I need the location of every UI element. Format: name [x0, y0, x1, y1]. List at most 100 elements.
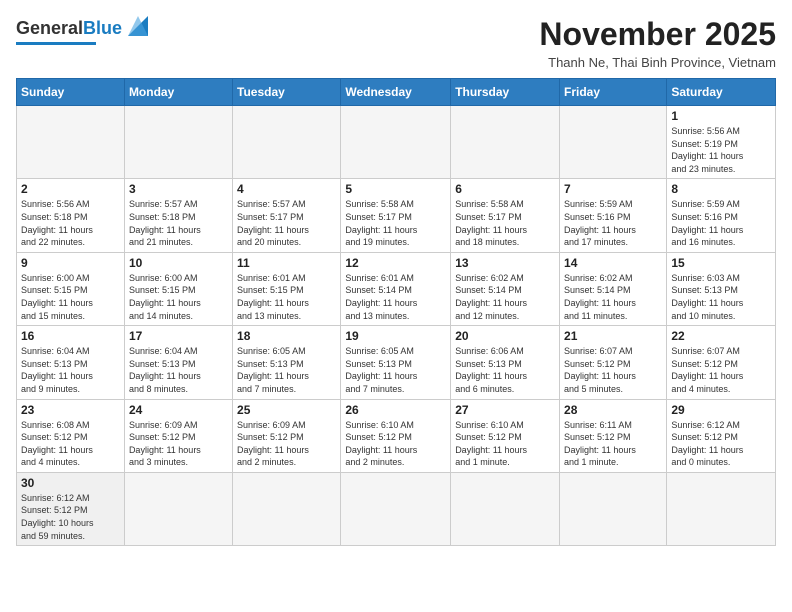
- weekday-header-row: Sunday Monday Tuesday Wednesday Thursday…: [17, 79, 776, 106]
- calendar-cell: 26 Sunrise: 6:10 AM Sunset: 5:12 PM Dayli…: [341, 399, 451, 472]
- calendar-cell: 18 Sunrise: 6:05 AM Sunset: 5:13 PM Dayli…: [233, 326, 341, 399]
- day-info: Sunrise: 6:00 AM Sunset: 5:15 PM Dayligh…: [21, 272, 120, 322]
- calendar-cell: 9 Sunrise: 6:00 AM Sunset: 5:15 PM Daylig…: [17, 252, 125, 325]
- calendar-cell: 4 Sunrise: 5:57 AM Sunset: 5:17 PM Daylig…: [233, 179, 341, 252]
- calendar-cell: [124, 106, 232, 179]
- day-number: 24: [129, 403, 228, 417]
- logo-text: GeneralBlue: [16, 18, 122, 39]
- location: Thanh Ne, Thai Binh Province, Vietnam: [539, 55, 776, 70]
- logo-blue-text: Blue: [83, 18, 122, 38]
- calendar-cell: 11 Sunrise: 6:01 AM Sunset: 5:15 PM Dayli…: [233, 252, 341, 325]
- day-info: Sunrise: 6:01 AM Sunset: 5:14 PM Dayligh…: [345, 272, 446, 322]
- header-tuesday: Tuesday: [233, 79, 341, 106]
- day-info: Sunrise: 6:07 AM Sunset: 5:12 PM Dayligh…: [564, 345, 662, 395]
- day-info: Sunrise: 5:57 AM Sunset: 5:18 PM Dayligh…: [129, 198, 228, 248]
- header-wednesday: Wednesday: [341, 79, 451, 106]
- day-number: 23: [21, 403, 120, 417]
- day-number: 8: [671, 182, 771, 196]
- calendar-cell: 10Sunrise: 6:00 AM Sunset: 5:15 PM Dayli…: [124, 252, 232, 325]
- logo-icon: [124, 12, 152, 40]
- calendar-cell: 3 Sunrise: 5:57 AM Sunset: 5:18 PM Daylig…: [124, 179, 232, 252]
- calendar-row: 23 Sunrise: 6:08 AM Sunset: 5:12 PM Dayli…: [17, 399, 776, 472]
- day-info: Sunrise: 6:08 AM Sunset: 5:12 PM Dayligh…: [21, 419, 120, 469]
- day-info: Sunrise: 6:04 AM Sunset: 5:13 PM Dayligh…: [129, 345, 228, 395]
- day-number: 20: [455, 329, 555, 343]
- calendar-cell: 12Sunrise: 6:01 AM Sunset: 5:14 PM Dayli…: [341, 252, 451, 325]
- calendar-cell: 17Sunrise: 6:04 AM Sunset: 5:13 PM Dayli…: [124, 326, 232, 399]
- day-number: 14: [564, 256, 662, 270]
- day-number: 3: [129, 182, 228, 196]
- day-number: 6: [455, 182, 555, 196]
- day-info: Sunrise: 5:58 AM Sunset: 5:17 PM Dayligh…: [455, 198, 555, 248]
- day-info: Sunrise: 6:11 AM Sunset: 5:12 PM Dayligh…: [564, 419, 662, 469]
- page-header: GeneralBlue November 2025 Thanh Ne, Thai…: [16, 16, 776, 70]
- calendar-cell: 23 Sunrise: 6:08 AM Sunset: 5:12 PM Dayli…: [17, 399, 125, 472]
- calendar-row: 9 Sunrise: 6:00 AM Sunset: 5:15 PM Daylig…: [17, 252, 776, 325]
- calendar-cell: 6 Sunrise: 5:58 AM Sunset: 5:17 PM Daylig…: [451, 179, 560, 252]
- calendar-cell: [451, 472, 560, 545]
- calendar-cell: 27 Sunrise: 6:10 AM Sunset: 5:12 PM Dayli…: [451, 399, 560, 472]
- calendar-row: 30 Sunrise: 6:12 AM Sunset: 5:12 PM Dayli…: [17, 472, 776, 545]
- day-number: 9: [21, 256, 120, 270]
- day-number: 30: [21, 476, 120, 490]
- day-number: 27: [455, 403, 555, 417]
- day-number: 18: [237, 329, 336, 343]
- day-number: 29: [671, 403, 771, 417]
- day-number: 13: [455, 256, 555, 270]
- calendar-cell: [233, 472, 341, 545]
- day-info: Sunrise: 6:10 AM Sunset: 5:12 PM Dayligh…: [455, 419, 555, 469]
- calendar-cell: 29Sunrise: 6:12 AM Sunset: 5:12 PM Dayli…: [667, 399, 776, 472]
- day-number: 22: [671, 329, 771, 343]
- day-info: Sunrise: 6:09 AM Sunset: 5:12 PM Dayligh…: [129, 419, 228, 469]
- calendar-cell: 21 Sunrise: 6:07 AM Sunset: 5:12 PM Dayli…: [560, 326, 667, 399]
- calendar-cell: 24 Sunrise: 6:09 AM Sunset: 5:12 PM Dayli…: [124, 399, 232, 472]
- logo: GeneralBlue: [16, 16, 152, 45]
- day-number: 2: [21, 182, 120, 196]
- calendar-row: 1Sunrise: 5:56 AM Sunset: 5:19 PM Daylig…: [17, 106, 776, 179]
- month-title: November 2025: [539, 16, 776, 53]
- day-number: 28: [564, 403, 662, 417]
- day-number: 26: [345, 403, 446, 417]
- calendar-cell: 15Sunrise: 6:03 AM Sunset: 5:13 PM Dayli…: [667, 252, 776, 325]
- day-number: 4: [237, 182, 336, 196]
- calendar-cell: [341, 106, 451, 179]
- day-number: 15: [671, 256, 771, 270]
- calendar-cell: [560, 106, 667, 179]
- day-info: Sunrise: 6:02 AM Sunset: 5:14 PM Dayligh…: [455, 272, 555, 322]
- logo-underline: [16, 42, 96, 45]
- day-info: Sunrise: 6:07 AM Sunset: 5:12 PM Dayligh…: [671, 345, 771, 395]
- calendar-cell: 8Sunrise: 5:59 AM Sunset: 5:16 PM Daylig…: [667, 179, 776, 252]
- calendar-cell: 1Sunrise: 5:56 AM Sunset: 5:19 PM Daylig…: [667, 106, 776, 179]
- calendar-cell: [451, 106, 560, 179]
- day-info: Sunrise: 5:56 AM Sunset: 5:19 PM Dayligh…: [671, 125, 771, 175]
- day-number: 21: [564, 329, 662, 343]
- header-friday: Friday: [560, 79, 667, 106]
- day-info: Sunrise: 6:10 AM Sunset: 5:12 PM Dayligh…: [345, 419, 446, 469]
- day-info: Sunrise: 5:57 AM Sunset: 5:17 PM Dayligh…: [237, 198, 336, 248]
- day-info: Sunrise: 6:05 AM Sunset: 5:13 PM Dayligh…: [345, 345, 446, 395]
- header-sunday: Sunday: [17, 79, 125, 106]
- day-info: Sunrise: 6:02 AM Sunset: 5:14 PM Dayligh…: [564, 272, 662, 322]
- day-info: Sunrise: 6:12 AM Sunset: 5:12 PM Dayligh…: [21, 492, 120, 542]
- day-info: Sunrise: 6:04 AM Sunset: 5:13 PM Dayligh…: [21, 345, 120, 395]
- calendar-cell: [124, 472, 232, 545]
- calendar-cell: 28 Sunrise: 6:11 AM Sunset: 5:12 PM Dayli…: [560, 399, 667, 472]
- title-area: November 2025 Thanh Ne, Thai Binh Provin…: [539, 16, 776, 70]
- calendar-cell: 20Sunrise: 6:06 AM Sunset: 5:13 PM Dayli…: [451, 326, 560, 399]
- header-saturday: Saturday: [667, 79, 776, 106]
- day-info: Sunrise: 5:59 AM Sunset: 5:16 PM Dayligh…: [564, 198, 662, 248]
- day-info: Sunrise: 6:05 AM Sunset: 5:13 PM Dayligh…: [237, 345, 336, 395]
- day-info: Sunrise: 5:58 AM Sunset: 5:17 PM Dayligh…: [345, 198, 446, 248]
- day-number: 11: [237, 256, 336, 270]
- calendar-cell: 13 Sunrise: 6:02 AM Sunset: 5:14 PM Dayli…: [451, 252, 560, 325]
- day-number: 5: [345, 182, 446, 196]
- day-info: Sunrise: 6:00 AM Sunset: 5:15 PM Dayligh…: [129, 272, 228, 322]
- day-number: 25: [237, 403, 336, 417]
- day-number: 19: [345, 329, 446, 343]
- calendar-cell: 30 Sunrise: 6:12 AM Sunset: 5:12 PM Dayli…: [17, 472, 125, 545]
- calendar-cell: [560, 472, 667, 545]
- day-info: Sunrise: 6:01 AM Sunset: 5:15 PM Dayligh…: [237, 272, 336, 322]
- header-monday: Monday: [124, 79, 232, 106]
- calendar-cell: 25Sunrise: 6:09 AM Sunset: 5:12 PM Dayli…: [233, 399, 341, 472]
- calendar-row: 2Sunrise: 5:56 AM Sunset: 5:18 PM Daylig…: [17, 179, 776, 252]
